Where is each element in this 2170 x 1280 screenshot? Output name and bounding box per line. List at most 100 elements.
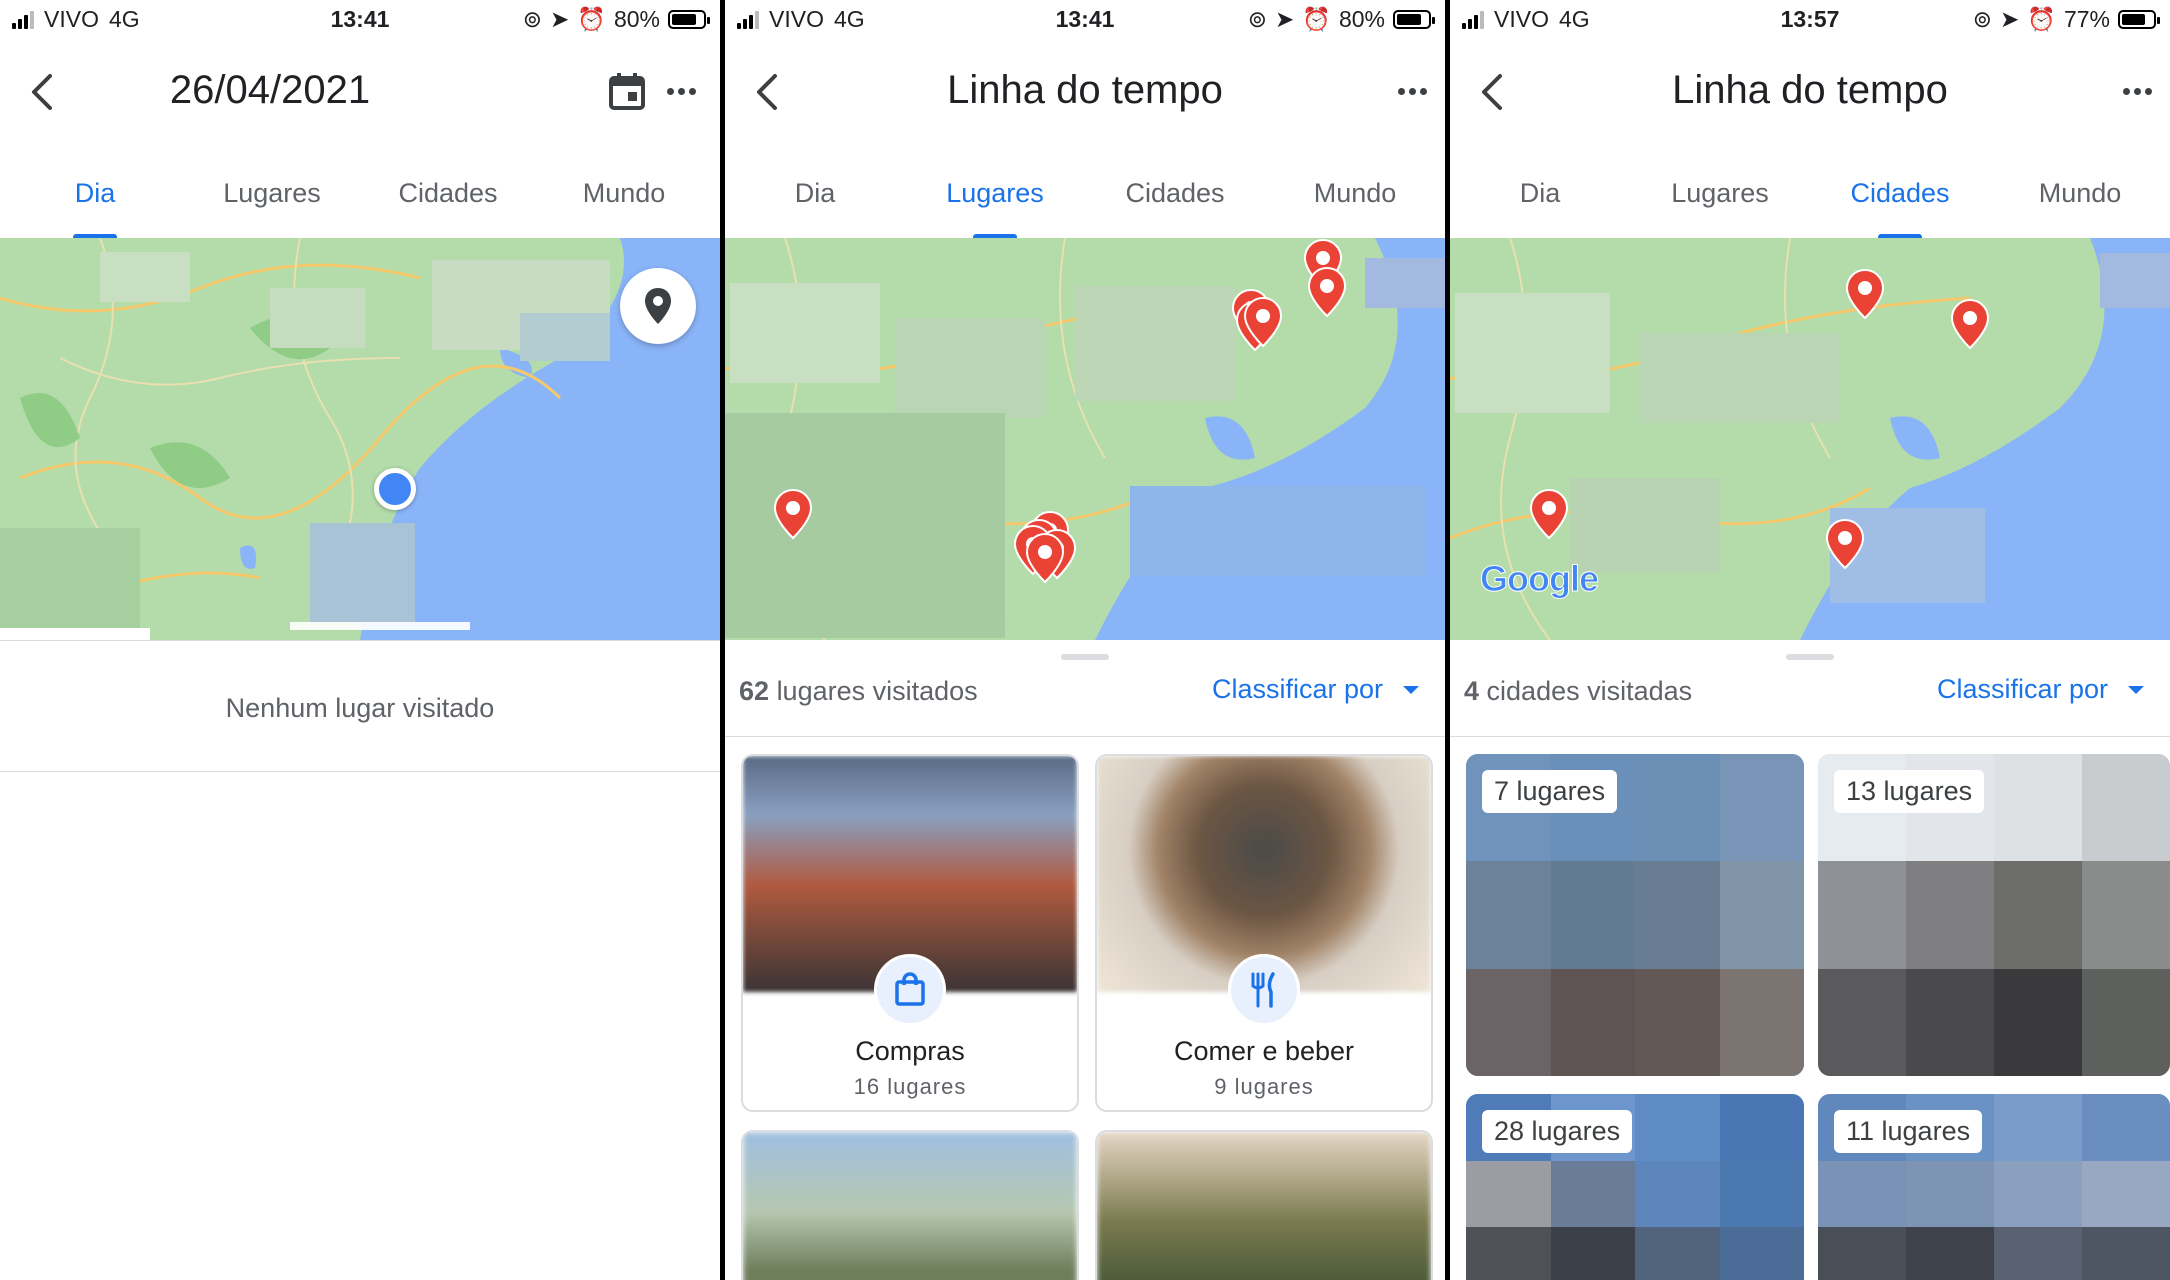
map-marker-pin[interactable] [1243, 296, 1283, 348]
tab-cidades[interactable]: Cidades [363, 178, 533, 209]
map-marker-pin[interactable] [773, 488, 813, 540]
map-marker-pin[interactable] [1845, 268, 1885, 320]
tab-lugares[interactable]: Lugares [910, 178, 1080, 239]
alarm-icon: ⏰ [2027, 6, 2056, 32]
more-options-button[interactable] [1389, 68, 1435, 114]
shopping-bag-icon [895, 972, 925, 1006]
category-count: 16 lugares [853, 1074, 967, 1099]
page-title: 26/04/2021 [169, 68, 371, 112]
tab-mundo[interactable]: Mundo [1995, 178, 2165, 209]
chevron-down-icon [2128, 685, 2144, 694]
battery-icon [2118, 10, 2160, 29]
tab-lugares[interactable]: Lugares [187, 178, 357, 209]
status-bar: VIVO 4G 13:41 ⊚ ➤ ⏰ 80% [725, 0, 1445, 40]
tab-dia[interactable]: Dia [1455, 178, 1625, 209]
more-icon [1397, 87, 1427, 95]
tab-dia[interactable]: Dia [730, 178, 900, 209]
location-arrow-icon: ➤ [550, 6, 570, 32]
more-options-button[interactable] [2114, 68, 2160, 114]
location-arrow-icon: ➤ [2000, 6, 2020, 32]
tab-lugares[interactable]: Lugares [1635, 178, 1805, 209]
category-icon-badge [874, 954, 946, 1026]
map-attribution-logo: Google [1480, 558, 1600, 600]
sort-label: Classificar por [1936, 674, 2108, 704]
map-marker-pin[interactable] [1950, 298, 1990, 350]
map-marker-pin[interactable] [1307, 266, 1347, 318]
category-card-food[interactable]: Comer e beber 9 lugares [1095, 754, 1433, 1112]
category-photo [1097, 1132, 1431, 1280]
empty-message: Nenhum lugar visitado [225, 693, 495, 723]
map-view[interactable] [0, 238, 720, 640]
cities-count-number: 4 [1464, 676, 1480, 706]
phone-screen-day: VIVO 4G 13:41 ⊚ ➤ ⏰ 80% 26/04/2021 Dia L… [0, 0, 720, 1280]
category-name: Comer e beber [1173, 1036, 1355, 1066]
more-icon [2122, 87, 2152, 95]
divider [725, 736, 1445, 737]
category-card-4[interactable] [1095, 1130, 1433, 1280]
places-count-number: 62 [739, 676, 770, 706]
city-places-count: 7 lugares [1482, 770, 1618, 813]
more-options-button[interactable] [658, 68, 704, 114]
sort-button[interactable]: Classificar por [1212, 674, 1419, 705]
places-sheet: 62 lugares visitados Classificar por Com… [725, 640, 1445, 1280]
tab-dia[interactable]: Dia [10, 178, 180, 239]
category-card-3[interactable] [741, 1130, 1079, 1280]
empty-state: Nenhum lugar visitado [0, 640, 720, 772]
category-icon-badge [1228, 954, 1300, 1026]
calendar-icon [609, 73, 645, 110]
cities-sheet: 4 cidades visitadas Classificar por 7 lu… [1450, 640, 2170, 1280]
city-card[interactable]: 28 lugares [1466, 1094, 1804, 1280]
divider [1450, 736, 2170, 737]
places-count: 62 lugares visitados [739, 676, 978, 707]
tab-bar: Dia Lugares Cidades Mundo [0, 160, 720, 240]
tab-bar: Dia Lugares Cidades Mundo [725, 160, 1445, 240]
orientation-lock-icon: ⊚ [1247, 6, 1268, 32]
phone-screen-places: VIVO 4G 13:41 ⊚ ➤ ⏰ 80% Linha do tempo D… [725, 0, 1445, 1280]
orientation-lock-icon: ⊚ [522, 6, 543, 32]
tab-bar: Dia Lugares Cidades Mundo [1450, 160, 2170, 240]
status-bar: VIVO 4G 13:41 ⊚ ➤ ⏰ 80% [0, 0, 720, 40]
city-places-count: 13 lugares [1834, 770, 1985, 813]
category-photo [743, 1132, 1077, 1280]
current-location-dot [374, 468, 416, 510]
tab-mundo[interactable]: Mundo [539, 178, 709, 209]
city-card[interactable]: 11 lugares [1818, 1094, 2170, 1280]
city-card[interactable]: 7 lugares [1466, 754, 1804, 1076]
map-view[interactable] [725, 238, 1445, 640]
sheet-handle[interactable] [1786, 654, 1834, 660]
app-header: Linha do tempo [1450, 50, 2170, 140]
battery-percent: 80% [1338, 6, 1385, 32]
tab-cidades[interactable]: Cidades [1090, 178, 1260, 209]
fork-knife-icon [1251, 972, 1275, 1008]
status-bar: VIVO 4G 13:57 ⊚ ➤ ⏰ 77% [1450, 0, 2170, 40]
sort-button[interactable]: Classificar por [1937, 674, 2144, 705]
page-title: Linha do tempo [1672, 68, 1948, 112]
map-marker-pin[interactable] [1825, 518, 1865, 570]
category-name: Compras [855, 1036, 965, 1066]
city-places-count: 28 lugares [1482, 1110, 1633, 1153]
battery-percent: 80% [613, 6, 660, 32]
app-header: Linha do tempo [725, 50, 1445, 140]
google-logo-text: Google [1480, 558, 1600, 600]
battery-percent: 77% [2063, 6, 2110, 32]
more-icon [666, 87, 696, 95]
city-places-count: 11 lugares [1834, 1110, 1983, 1153]
phone-screen-cities: VIVO 4G 13:57 ⊚ ➤ ⏰ 77% Linha do tempo D… [1450, 0, 2170, 1280]
tab-cidades[interactable]: Cidades [1815, 178, 1985, 239]
sheet-handle[interactable] [1061, 654, 1109, 660]
tab-mundo[interactable]: Mundo [1270, 178, 1440, 209]
location-arrow-icon: ➤ [1275, 6, 1295, 32]
location-button[interactable] [620, 268, 696, 344]
category-card-shopping[interactable]: Compras 16 lugares [741, 754, 1079, 1112]
battery-icon [668, 10, 710, 29]
city-card[interactable]: 13 lugares [1818, 754, 2170, 1076]
app-header: 26/04/2021 [0, 50, 720, 140]
alarm-icon: ⏰ [1302, 6, 1331, 32]
map-marker-pin[interactable] [1529, 488, 1569, 540]
chevron-down-icon [1403, 685, 1419, 694]
places-count-label: lugares visitados [776, 676, 978, 706]
calendar-button[interactable] [604, 68, 650, 114]
orientation-lock-icon: ⊚ [1972, 6, 1993, 32]
map-view[interactable]: Google [1450, 238, 2170, 640]
map-marker-pin[interactable] [1025, 532, 1065, 584]
